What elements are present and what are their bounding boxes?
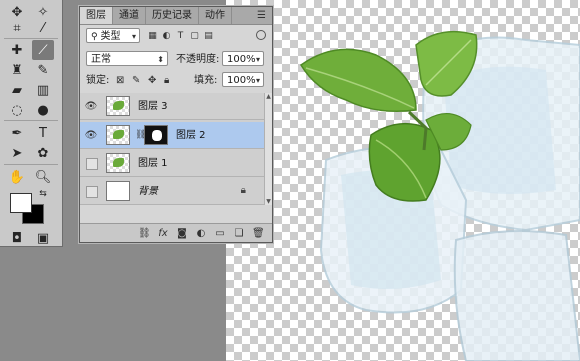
shape-filter-icon[interactable]: ▢ [188,30,201,42]
fill-input[interactable]: 100% ▾ [222,72,264,87]
tab-channels[interactable]: 通道 [113,7,146,24]
visibility-toggle[interactable] [86,158,98,170]
layers-scrollbar[interactable]: ▲ ▼ [264,93,272,205]
new-layer-icon[interactable]: ❏ [233,228,245,239]
folder-icon[interactable]: ▭ [214,228,226,239]
lock-pixels-icon[interactable]: ✎ [132,73,140,88]
pen-tool-icon[interactable]: ✒ [6,123,28,143]
tool-palette: ✥ ✧ ⌗ ⁄ ✚ ⟋ ♜ ✎ ▰ ▥ ◌ ● ✒ T ➤ ✿ ✋ 🔍︎ ⇆ ◘… [0,0,63,247]
chevron-down-icon: ▾ [255,55,260,64]
layer-thumbnail [106,125,130,145]
layer-name[interactable]: 图层 3 [138,93,168,120]
lock-label: 锁定: [86,75,110,86]
panel-menu-icon[interactable]: ☰ [257,10,266,21]
layer-name[interactable]: 图层 1 [138,150,168,177]
scroll-down-icon[interactable]: ▼ [265,198,272,205]
pixel-filter-icon[interactable]: ▦ [146,30,159,42]
path-selection-icon[interactable]: ➤ [6,143,28,163]
layer-row-2[interactable]: 👁︎ ⛓ 图层 2 [80,122,264,149]
layer-mask-thumbnail[interactable] [144,125,168,145]
fill-label: 填充: [194,75,218,86]
layer-name[interactable]: 图层 2 [176,122,206,149]
panel-footer: ⛓ fx ◙ ◐ ▭ ❏ 🗑︎ [80,223,272,242]
chevron-down-icon: ⬍ [157,55,164,64]
type-filter-icon[interactable]: T [174,30,187,42]
adjustment-filter-icon[interactable]: ◐ [160,30,173,42]
layer-thumbnail [106,153,130,173]
layer-row-background[interactable]: 背景 🔒︎ [80,178,264,205]
lock-all-icon[interactable]: 🔒︎ [164,73,169,88]
opacity-input[interactable]: 100% ▾ [222,51,264,66]
hand-tool-icon[interactable]: ✋ [6,167,28,187]
blur-icon[interactable]: ◌ [6,100,28,120]
lock-icon: 🔒︎ [240,185,246,196]
chevron-down-icon: ▾ [255,76,260,85]
blend-mode-value: 正常 [91,54,111,65]
layer-row-1[interactable]: 图层 1 [80,150,264,177]
panel-tabs: 图层 通道 历史记录 动作 ☰ [80,7,272,25]
smart-object-filter-icon[interactable]: ▤ [202,30,215,42]
type-tool-icon[interactable]: T [32,123,54,143]
mask-icon[interactable]: ◙ [176,228,188,239]
layer-row-3[interactable]: 👁︎ 图层 3 [80,93,264,120]
tab-actions[interactable]: 动作 [199,7,232,24]
blend-mode-select[interactable]: 正常 ⬍ [86,51,168,66]
tab-history[interactable]: 历史记录 [146,7,199,24]
link-icon[interactable]: ⛓ [138,228,151,239]
clone-stamp-icon[interactable]: ♜ [6,60,28,80]
foreground-color-swatch[interactable] [10,193,32,213]
eraser-icon[interactable]: ▰ [6,80,28,100]
layer-filter-select[interactable]: ⚲ 类型 ▾ [86,28,140,43]
brush-tool-icon[interactable]: ⟋ [32,40,54,60]
custom-shape-icon[interactable]: ✿ [32,143,54,163]
opacity-value: 100% [227,54,256,65]
adjustment-icon[interactable]: ◐ [195,228,207,239]
fill-value: 100% [227,75,256,86]
screen-mode-icon[interactable]: ▣ [32,228,54,248]
history-brush-icon[interactable]: ✎ [32,60,54,80]
layer-thumbnail [106,181,130,201]
crop-tool-icon[interactable]: ⌗ [6,18,28,38]
layer-filter-label: 类型 [100,31,121,42]
eye-icon[interactable]: 👁︎ [84,128,98,142]
lock-transparency-icon[interactable]: ⊠ [116,73,124,88]
lock-position-icon[interactable]: ✥ [148,73,156,88]
canvas-artwork [300,30,580,361]
healing-brush-icon[interactable]: ✚ [6,40,28,60]
trash-icon[interactable]: 🗑︎ [252,228,265,239]
filter-toggle-icon[interactable] [256,30,266,40]
layers-list: 👁︎ 图层 3 👁︎ ⛓ 图层 2 图层 1 背景 🔒︎ [80,93,264,205]
visibility-toggle[interactable] [86,186,98,198]
swap-colors-icon[interactable]: ⇆ [32,184,54,204]
document-canvas[interactable] [226,0,580,361]
quick-mask-icon[interactable]: ◘ [6,228,28,248]
eyedropper-icon[interactable]: ⁄ [32,18,54,38]
layer-thumbnail [106,96,130,116]
dodge-icon[interactable]: ● [32,100,54,120]
fx-icon[interactable]: fx [157,228,169,239]
layers-panel: 图层 通道 历史记录 动作 ☰ ⚲ 类型 ▾ ▦ ◐ T ▢ ▤ 正常 ⬍ 不透明度… [79,6,273,243]
layer-name[interactable]: 背景 [138,178,158,205]
opacity-label: 不透明度: [176,54,220,65]
chevron-down-icon: ▾ [131,32,136,41]
eye-icon[interactable]: 👁︎ [84,99,98,113]
scroll-up-icon[interactable]: ▲ [265,93,272,100]
tab-layers[interactable]: 图层 [80,7,113,24]
gradient-icon[interactable]: ▥ [32,80,54,100]
